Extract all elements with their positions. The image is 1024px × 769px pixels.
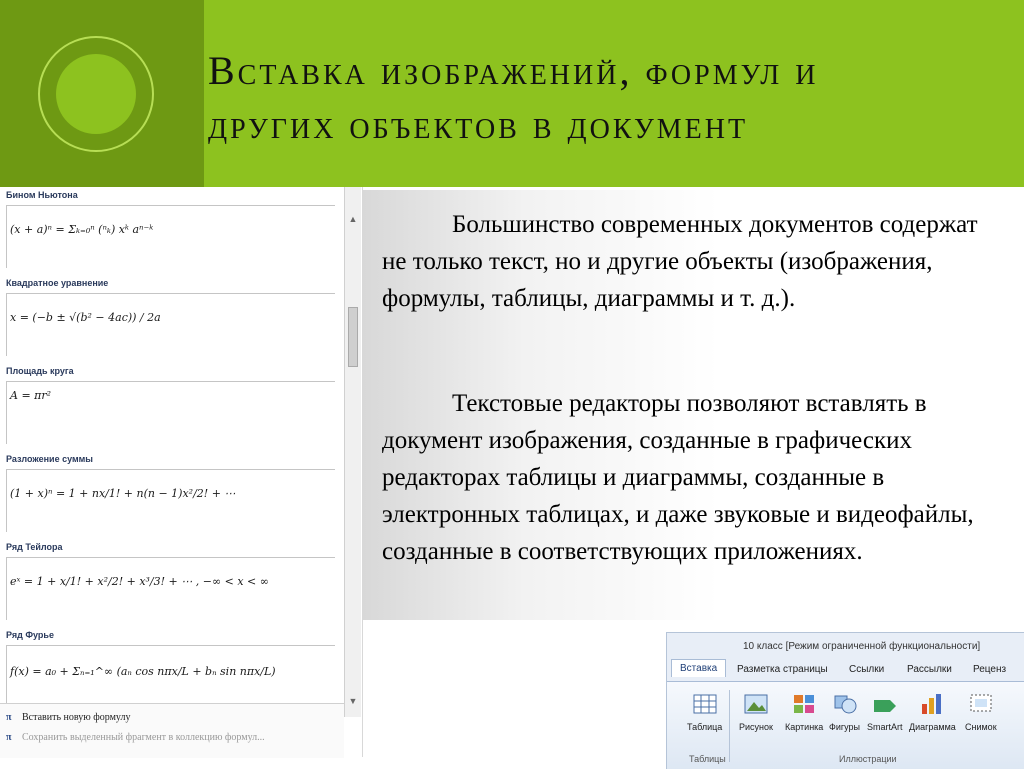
slide-title: Вставка изображений, формул и других объ…: [208, 44, 1008, 152]
decor-circle: [56, 54, 136, 134]
formula-text: (x + a)ⁿ = Σₖ₌₀ⁿ (ⁿₖ) xᵏ aⁿ⁻ᵏ: [10, 223, 154, 236]
gallery-scrollbar[interactable]: ▲ ▼: [344, 187, 361, 717]
scroll-down-icon[interactable]: ▼: [347, 695, 359, 707]
ribbon-tabs: Вставка Разметка страницы Ссылки Рассылк…: [667, 659, 1024, 681]
paragraph-1: Большинство современных документов содер…: [382, 206, 992, 317]
smartart-icon: [873, 700, 896, 712]
save-to-gallery-label: Сохранить выделенный фрагмент в коллекци…: [22, 732, 265, 743]
formula-title: Ряд Фурье: [6, 630, 54, 640]
pi-icon: π: [6, 712, 12, 723]
clipart-button-label: Картинка: [785, 722, 824, 732]
formula-text: f(x) = a₀ + Σₙ₌₁^∞ (aₙ cos nπx/L + bₙ si…: [10, 665, 276, 678]
screenshot-button[interactable]: Снимок: [965, 692, 997, 732]
shapes-icon: [834, 695, 857, 714]
insert-new-formula-label: Вставить новую формулу: [22, 712, 131, 723]
insert-new-formula-button[interactable]: π Вставить новую формулу: [6, 712, 130, 723]
title-bar: Вставка изображений, формул и других объ…: [0, 0, 1024, 187]
ribbon-body: Таблица Рисунок Картинка Фигуры SmartArt…: [667, 681, 1024, 769]
formula-box: [6, 469, 335, 532]
screenshot-icon: [970, 694, 992, 712]
formula-title: Разложение суммы: [6, 454, 93, 464]
table-button-label: Таблица: [687, 722, 723, 732]
tab-insert[interactable]: Вставка: [671, 659, 727, 677]
chart-button-label: Диаграмма: [909, 722, 956, 732]
formula-text: (1 + x)ⁿ = 1 + nx/1! + n(n − 1)x²/2! + ⋯: [10, 487, 236, 500]
formula-title: Площадь круга: [6, 366, 74, 376]
tab-page-layout[interactable]: Разметка страницы: [737, 664, 828, 675]
tab-references[interactable]: Ссылки: [849, 664, 884, 675]
formula-title: Ряд Тейлора: [6, 542, 63, 552]
ribbon-screenshot: 10 класс [Режим ограниченной функциональ…: [666, 632, 1024, 769]
scroll-thumb[interactable]: [348, 307, 358, 367]
formula-box: [6, 205, 335, 268]
tab-review[interactable]: Реценз: [973, 664, 1006, 675]
title-bar-accent: [0, 0, 204, 187]
formula-box: [6, 557, 335, 620]
table-button[interactable]: Таблица: [687, 692, 722, 732]
formula-box: [6, 293, 335, 356]
formula-title: Квадратное уравнение: [6, 278, 109, 288]
formula-box: [6, 381, 335, 444]
gallery-footer: π Вставить новую формулу π Сохранить выдел…: [0, 703, 344, 758]
chart-button[interactable]: Диаграмма: [909, 692, 956, 732]
formula-text: A = πr²: [10, 389, 52, 402]
paragraph-2: Текстовые редакторы позволяют вставлять …: [382, 385, 992, 570]
picture-button[interactable]: Рисунок: [739, 692, 773, 732]
formula-gallery: Бином Ньютона (x + a)ⁿ = Σₖ₌₀ⁿ (ⁿₖ) xᵏ a…: [0, 187, 363, 757]
picture-button-label: Рисунок: [739, 722, 773, 732]
group-separator: [729, 690, 730, 762]
save-to-gallery-button[interactable]: π Сохранить выделенный фрагмент в коллекц…: [6, 732, 265, 743]
paragraph-2-text: Текстовые редакторы позволяют вставлять …: [382, 390, 974, 565]
slide-title-line1: Вставка изображений, формул и: [208, 48, 819, 93]
formula-title: Бином Ньютона: [6, 190, 78, 200]
save-formula-icon: π: [6, 732, 12, 743]
formula-text: eˣ = 1 + x/1! + x²/2! + x³/3! + ⋯ , −∞ <…: [10, 575, 269, 588]
clipart-button[interactable]: Картинка: [785, 692, 823, 732]
group-tables-label: Таблицы: [689, 754, 726, 764]
slide-title-line2: других объектов в документ: [208, 102, 749, 147]
picture-icon: [744, 694, 768, 714]
table-icon: [693, 694, 717, 714]
clipart-icon: [794, 695, 815, 713]
window-title: 10 класс [Режим ограниченной функциональ…: [743, 641, 981, 652]
scroll-up-icon[interactable]: ▲: [347, 213, 359, 225]
paragraph-1-text: Большинство современных документов содер…: [382, 211, 978, 312]
tab-mailings[interactable]: Рассылки: [907, 664, 952, 675]
shapes-button[interactable]: Фигуры: [829, 692, 860, 732]
formula-text: x = (−b ± √(b² − 4ac)) / 2a: [10, 311, 161, 324]
smartart-button[interactable]: SmartArt: [867, 692, 903, 732]
shapes-button-label: Фигуры: [829, 722, 861, 732]
screenshot-button-label: Снимок: [965, 722, 997, 732]
group-illustrations-label: Иллюстрации: [839, 754, 897, 764]
smartart-button-label: SmartArt: [867, 722, 903, 732]
chart-icon: [922, 694, 942, 714]
